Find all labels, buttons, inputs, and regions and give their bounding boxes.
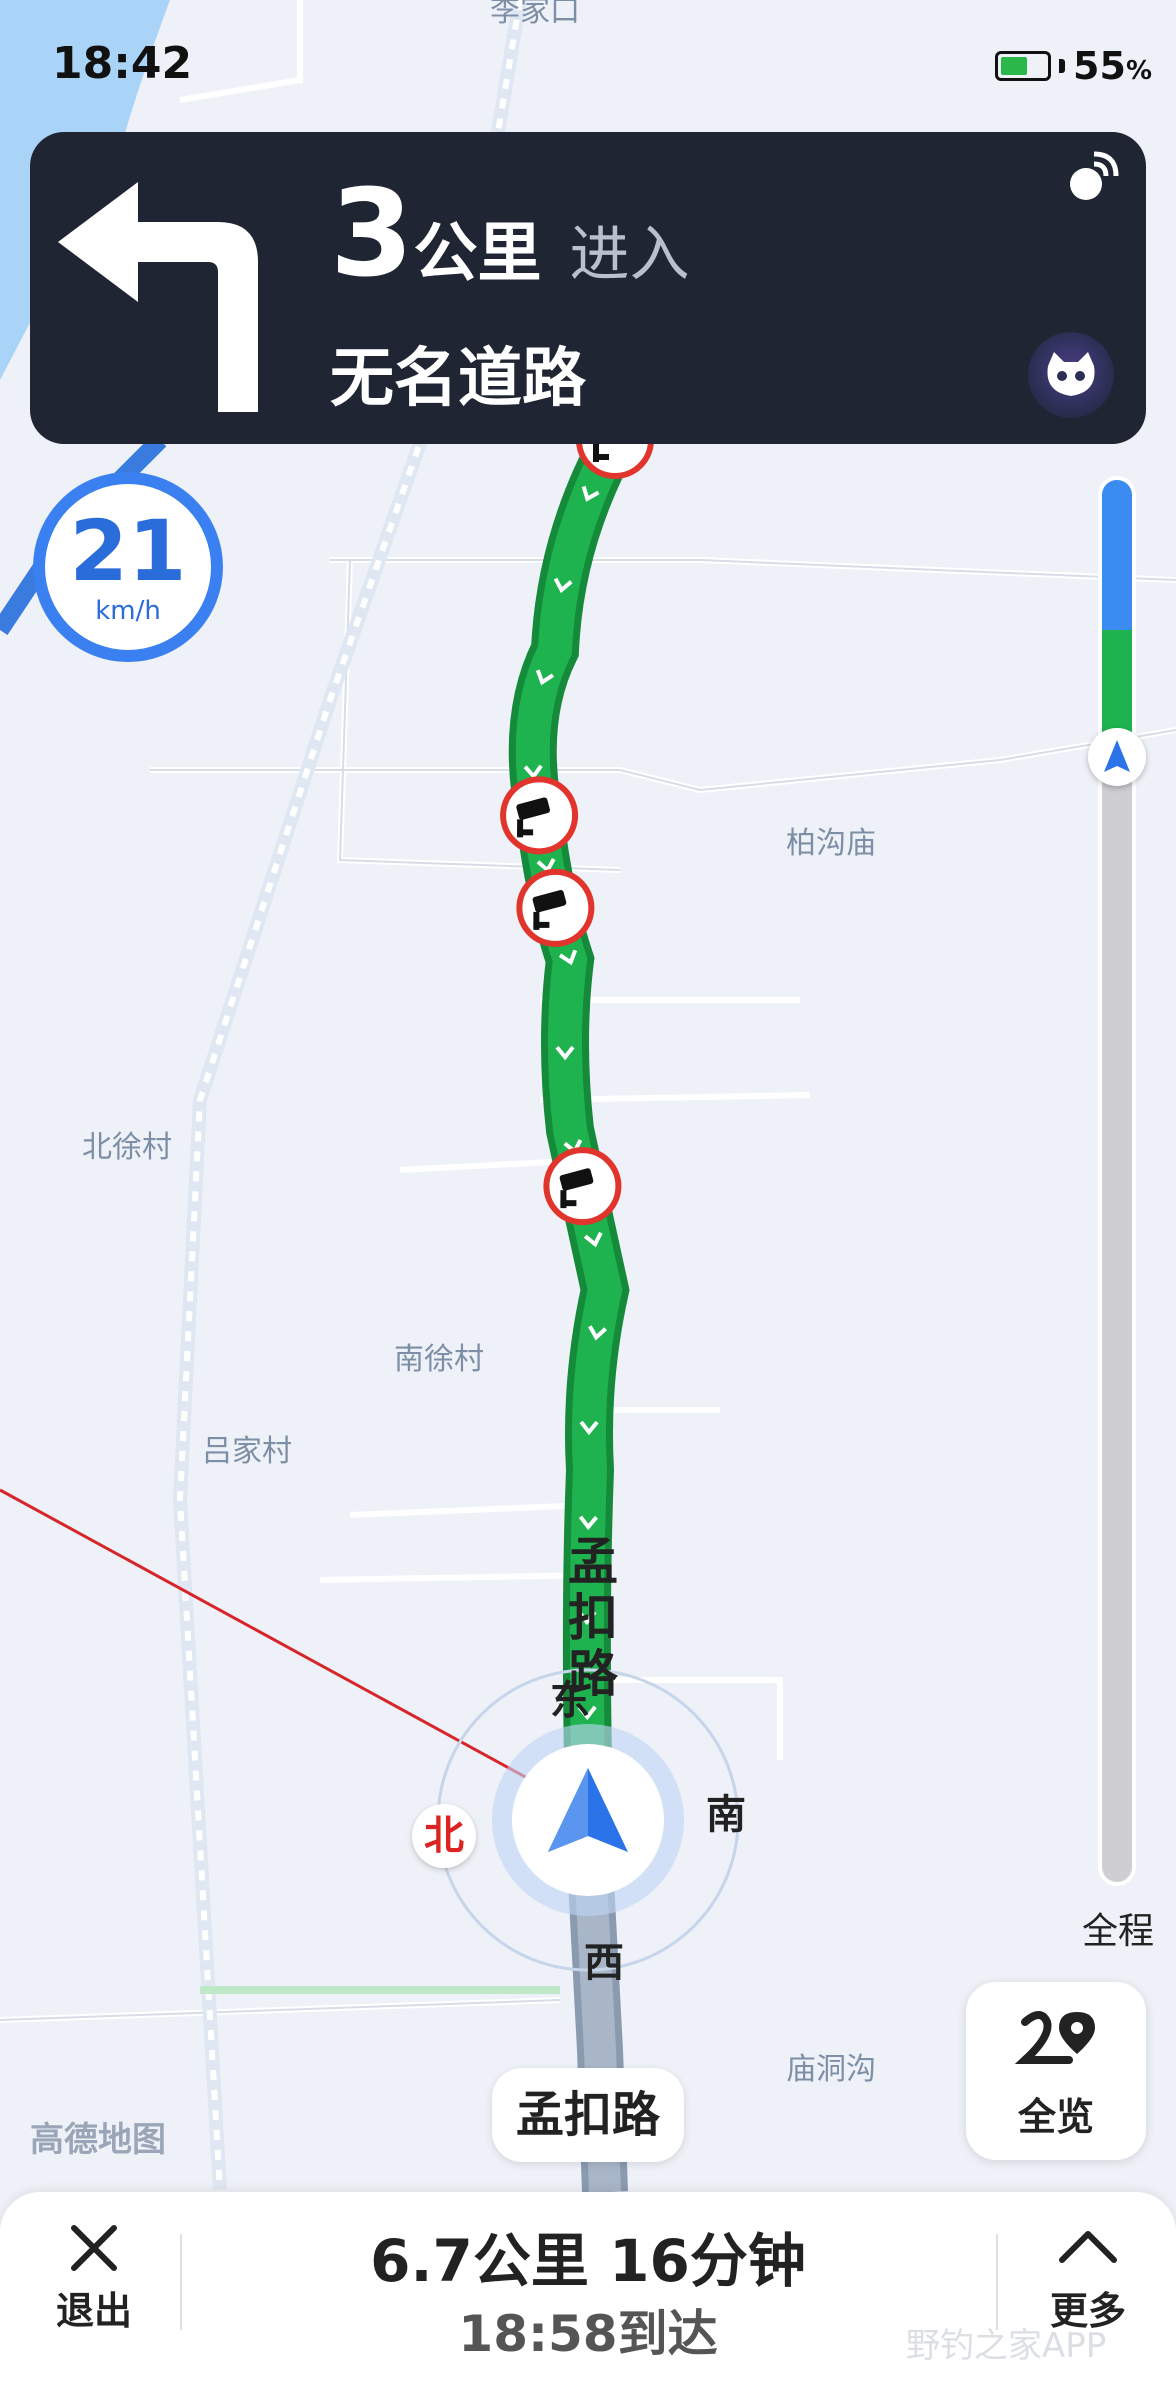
- map-label-beixucun: 北徐村: [82, 1130, 172, 1165]
- map-label-bogoumiao: 柏沟庙: [786, 826, 876, 861]
- map-label-nanxucun: 南徐村: [394, 1342, 484, 1377]
- turn-distance: 3公里 进入: [330, 170, 690, 300]
- divider: [996, 2234, 998, 2330]
- amap-logo: 高德地图: [30, 2120, 166, 2160]
- speed-camera-icon: [516, 868, 595, 947]
- map-label-top: 李家口: [490, 0, 580, 29]
- current-speed: 21 km/h: [33, 472, 223, 662]
- progress-label: 全程: [1082, 1911, 1155, 1952]
- trip-bottom-bar: 退出 6.7公里 16分钟 18:58到达 更多: [0, 2192, 1176, 2400]
- route-overview-icon: [1014, 2011, 1095, 2064]
- route-overview-button[interactable]: 全览: [966, 1982, 1146, 2160]
- watermark: 野钓之家APP: [906, 2326, 1107, 2366]
- turn-distance-value: 3: [330, 165, 414, 304]
- remaining-distance-time: 6.7公里 16分钟: [370, 2227, 806, 2295]
- next-road-name: 无名道路: [330, 342, 586, 416]
- gps-signal-icon[interactable]: [1060, 150, 1120, 210]
- turn-distance-unit: 公里: [413, 217, 542, 291]
- status-bar: 18:42 55%: [0, 0, 1176, 120]
- current-road-pill: 孟扣路: [492, 2068, 685, 2162]
- battery-indicator: 55%: [995, 44, 1152, 88]
- speed-camera-icon: [543, 1147, 622, 1226]
- compass-south: 南: [706, 1792, 746, 1838]
- navigation-instruction-card[interactable]: 3公里 进入 无名道路: [30, 132, 1146, 444]
- chevron-up-icon: [1059, 2231, 1117, 2263]
- battery-unit: %: [1125, 56, 1152, 86]
- voice-assistant-icon[interactable]: [1028, 332, 1114, 418]
- route-overview-label: 全览: [1017, 2095, 1094, 2139]
- speed-camera-icon: [500, 776, 579, 855]
- compass-north-button[interactable]: 北: [412, 1804, 476, 1868]
- route-progress-bar: [1098, 476, 1136, 1886]
- map-label-miaodonggou: 庙洞沟: [786, 2052, 876, 2087]
- map-label-lvjiacun: 吕家村: [202, 1434, 292, 1469]
- speed-unit: km/h: [95, 596, 161, 626]
- turn-action: 进入: [569, 220, 690, 290]
- compass-east: 东: [550, 1678, 590, 1724]
- status-time: 18:42: [52, 38, 193, 89]
- battery-icon: [995, 51, 1052, 81]
- progress-position-marker: [1088, 728, 1146, 786]
- battery-percent: 55: [1073, 44, 1126, 88]
- speed-value: 21: [69, 502, 187, 600]
- turn-left-arrow-icon: [58, 182, 258, 412]
- compass-west: 西: [584, 1940, 624, 1986]
